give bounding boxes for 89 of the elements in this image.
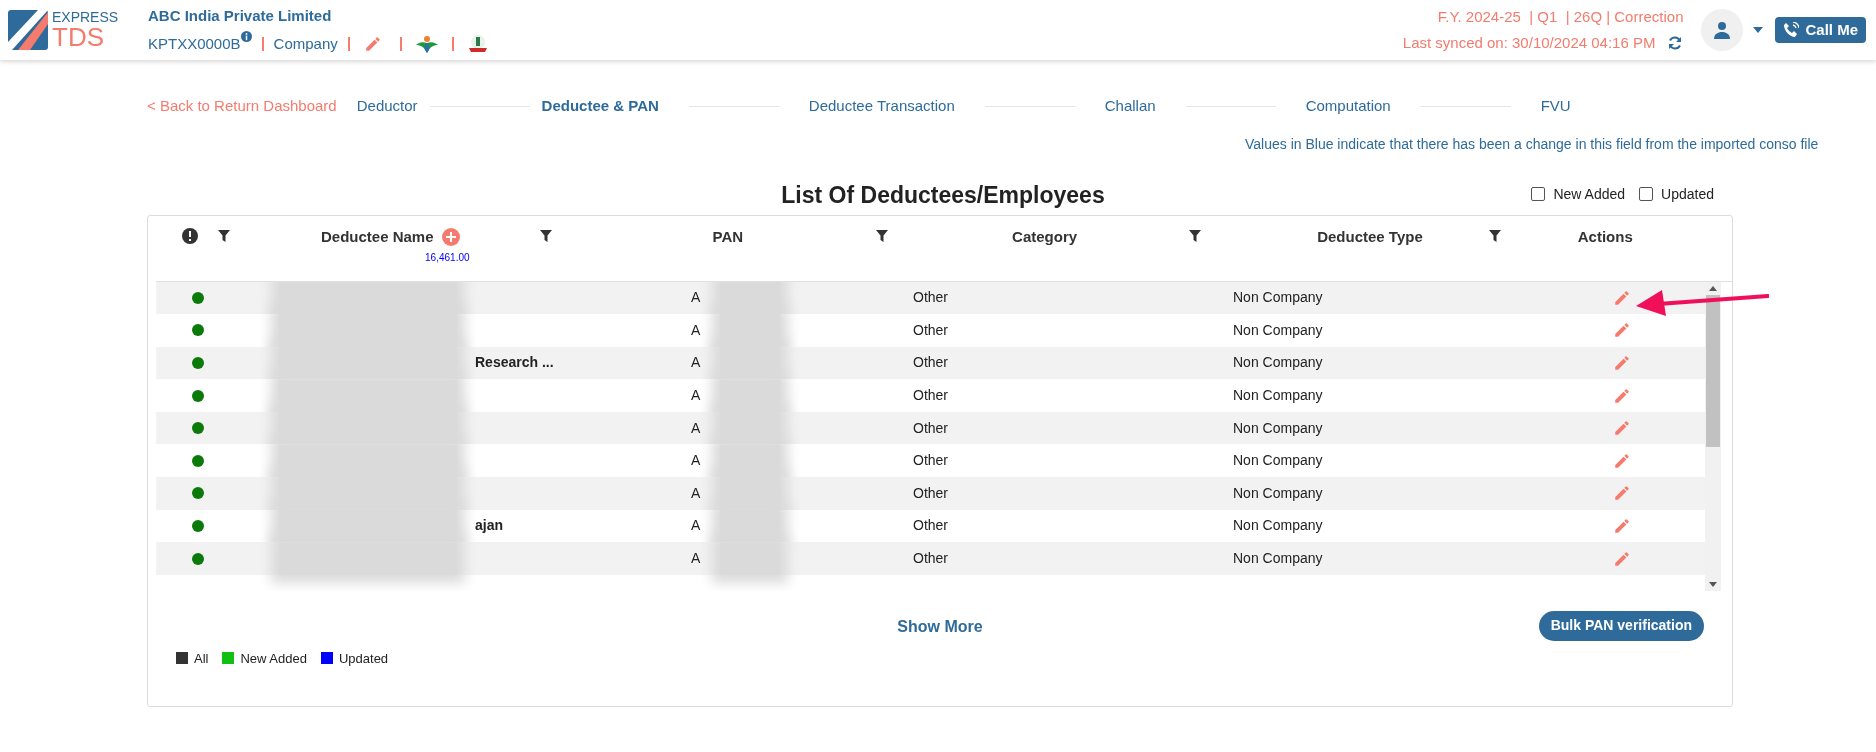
logo-icon — [8, 10, 48, 50]
user-icon — [1713, 21, 1732, 39]
scrollbar[interactable] — [1705, 281, 1721, 591]
category-cell: Other — [913, 321, 948, 338]
category-cell: Other — [913, 419, 948, 436]
show-more-link[interactable]: Show More — [897, 614, 983, 639]
scroll-down-icon[interactable] — [1709, 581, 1717, 587]
filter-icon[interactable] — [876, 229, 889, 242]
table-row[interactable]: A Other Non Company — [156, 281, 1705, 315]
pencil-icon[interactable] — [1613, 451, 1631, 470]
page-title: List Of Deductees/Employees — [781, 180, 1105, 208]
category-cell: Other — [913, 550, 948, 567]
table-row[interactable]: A Other Non Company — [156, 477, 1705, 510]
entity-type: Company — [273, 34, 338, 54]
avatar[interactable] — [1701, 9, 1744, 51]
legend-label: All — [194, 649, 209, 668]
type-cell: Non Company — [1233, 321, 1323, 338]
leaf-logo-icon[interactable] — [415, 35, 438, 54]
legend-label: New Added — [240, 649, 307, 668]
type-cell: Non Company — [1233, 517, 1323, 534]
pan-cell-text: A — [691, 320, 701, 340]
column-header: Deductee Name — [321, 226, 434, 247]
category-cell: Other — [913, 484, 948, 501]
pan-cell-text: A — [691, 386, 701, 406]
category-cell: Other — [913, 354, 948, 371]
alert-icon — [182, 227, 198, 244]
pan-cell-text: A — [691, 549, 701, 569]
caret-icon[interactable] — [1753, 27, 1764, 33]
type-cell: Non Company — [1233, 387, 1323, 404]
column-header: PAN — [712, 226, 744, 247]
emblem-icon[interactable] — [467, 34, 488, 55]
filter-checkbox[interactable] — [1639, 187, 1654, 201]
legend-label: Updated — [338, 649, 389, 668]
info-icon[interactable] — [240, 31, 252, 42]
deductee-name: Research ... — [475, 353, 554, 373]
step-tab[interactable]: Challan — [1104, 95, 1156, 118]
step-tab[interactable]: Deductor — [356, 95, 418, 118]
column-header: Actions — [1577, 226, 1633, 247]
pan-cell-text: A — [691, 451, 701, 471]
table-row[interactable]: A Other Non Company — [156, 411, 1705, 445]
pan-cell-text: A — [691, 353, 701, 373]
category-cell: Other — [913, 452, 948, 469]
table-row[interactable]: A Other Non Company — [156, 542, 1705, 575]
checkbox-label: Updated — [1661, 184, 1714, 204]
last-synced: Last synced on: 30/10/2024 04:16 PM — [1402, 33, 1656, 53]
name-total: 16,461.00 — [425, 251, 470, 265]
filter-icon[interactable] — [218, 229, 230, 242]
pan-cell-text: A — [691, 483, 701, 503]
filter-icon[interactable] — [1189, 229, 1202, 242]
category-cell: Other — [913, 517, 948, 534]
return-info: F.Y. 2024-25 | Q1 | 26Q | Correction — [1437, 6, 1684, 27]
table-row[interactable]: Research ... A Other Non Company — [156, 346, 1705, 380]
tan-number: KPTXX0000B — [148, 34, 241, 54]
checkbox-label: New Added — [1553, 184, 1626, 204]
step-tab[interactable]: Deductee & PAN — [541, 95, 659, 118]
pencil-icon[interactable] — [1613, 386, 1631, 405]
type-cell: Non Company — [1233, 289, 1323, 306]
add-icon[interactable] — [441, 227, 460, 246]
type-cell: Non Company — [1233, 484, 1323, 501]
type-cell: Non Company — [1233, 452, 1323, 469]
type-cell: Non Company — [1233, 419, 1323, 436]
info-note: Values in Blue indicate that there has been a change in this field from the imported conso file — [1245, 135, 1819, 152]
category-cell: Other — [913, 387, 948, 404]
step-tab[interactable]: Deductee Transaction — [808, 95, 955, 118]
pan-cell-text: A — [691, 516, 701, 536]
pan-cell-text: A — [691, 418, 701, 438]
refresh-icon[interactable] — [1667, 35, 1684, 52]
bulk-pan-button[interactable]: Bulk PAN verification — [1538, 610, 1704, 641]
pan-cell-text: A — [691, 288, 701, 308]
pencil-icon[interactable] — [1613, 321, 1631, 340]
pencil-icon[interactable] — [363, 35, 382, 54]
step-tab[interactable]: Computation — [1305, 95, 1391, 118]
column-header: Category — [1012, 226, 1078, 247]
company-name: ABC India Private Limited — [148, 5, 333, 26]
filter-icon[interactable] — [539, 229, 552, 242]
filter-icon[interactable] — [1488, 229, 1501, 242]
pencil-icon[interactable] — [1613, 516, 1631, 535]
column-header: Deductee Type — [1317, 226, 1423, 247]
brand-bottom: TDS — [52, 24, 105, 50]
call-me-button[interactable]: Call Me — [1775, 17, 1866, 43]
scroll-up-icon[interactable] — [1709, 285, 1717, 291]
deductee-name: ajan — [475, 516, 503, 536]
type-cell: Non Company — [1233, 550, 1323, 567]
brand-top: EXPRESS — [52, 10, 119, 24]
step-tab[interactable]: FVU — [1540, 95, 1571, 118]
filter-checkbox[interactable] — [1531, 187, 1546, 201]
type-cell: Non Company — [1233, 354, 1323, 371]
category-cell: Other — [913, 289, 948, 306]
phone-icon — [1783, 22, 1800, 38]
